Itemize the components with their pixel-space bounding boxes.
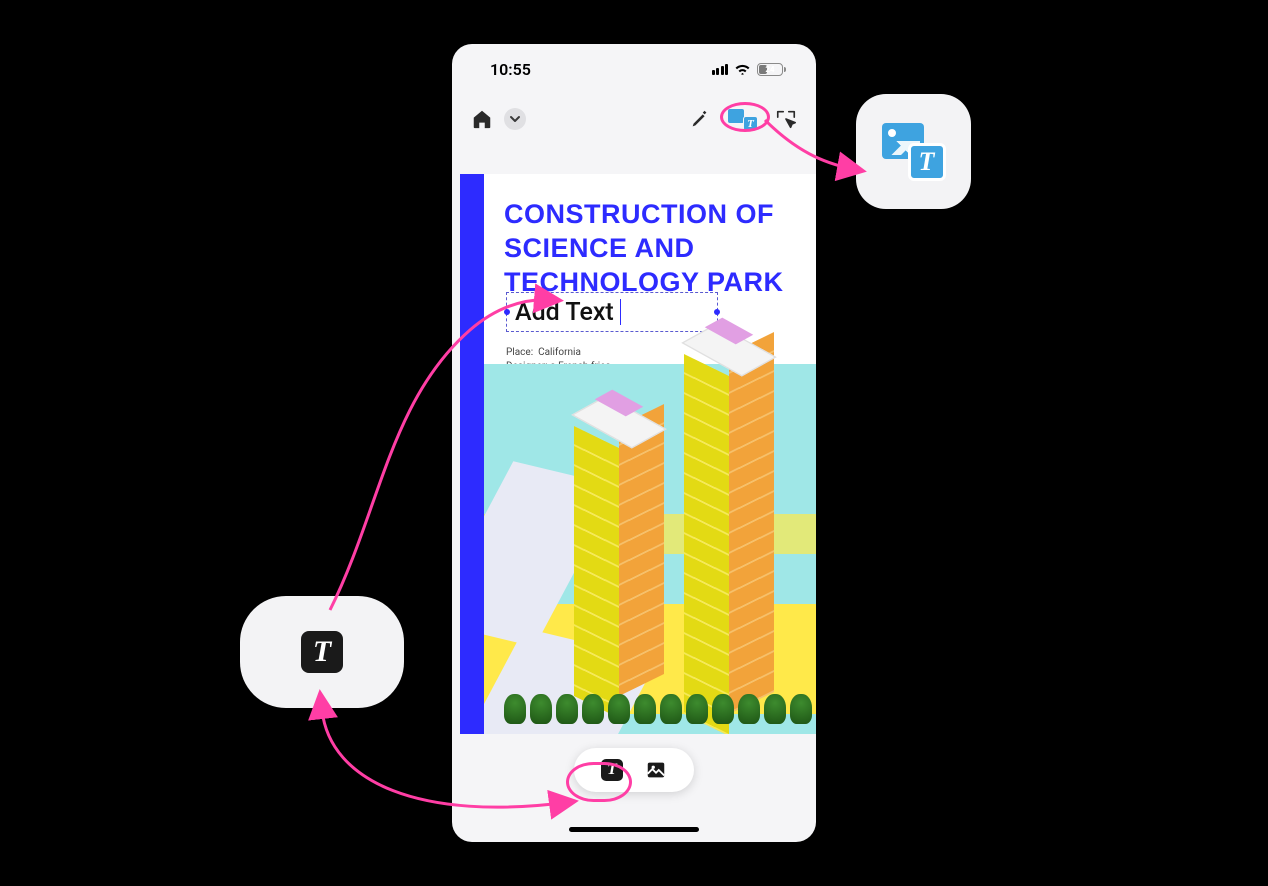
- image-text-icon: T: [882, 123, 946, 181]
- selection-touch-button[interactable]: [774, 107, 798, 131]
- image-text-button[interactable]: T: [728, 107, 758, 131]
- text-tool-button[interactable]: T: [601, 759, 623, 781]
- highlighter-icon: [689, 108, 711, 130]
- status-time: 10:55: [490, 60, 531, 79]
- text-cursor: [620, 299, 622, 325]
- meta-place-label: Place:: [506, 347, 533, 358]
- home-indicator: [569, 827, 699, 832]
- selection-touch-icon: [775, 108, 797, 130]
- battery-percent: 24: [765, 65, 774, 74]
- image-tool-icon: [645, 759, 667, 781]
- resize-handle-left[interactable]: [504, 309, 510, 315]
- status-indicators: 24: [712, 63, 787, 76]
- text-tool-icon: T: [301, 631, 343, 673]
- resize-handle-right[interactable]: [714, 309, 720, 315]
- callout-text-tool-icon: T: [240, 596, 404, 708]
- app-toolbar: T: [452, 94, 816, 144]
- meta-place-value: California: [538, 347, 581, 358]
- highlighter-button[interactable]: [688, 107, 712, 131]
- home-icon: [471, 108, 493, 130]
- status-bar: 10:55 24: [452, 44, 816, 94]
- cellular-signal-icon: [712, 64, 729, 75]
- bottom-tool-bar: T: [574, 748, 694, 792]
- image-tool-button[interactable]: [645, 759, 667, 781]
- home-button[interactable]: [470, 107, 494, 131]
- chevron-down-icon: [509, 113, 521, 125]
- document-canvas[interactable]: CONSTRUCTION OF SCIENCE AND TECHNOLOGY P…: [452, 174, 816, 734]
- text-tool-icon: T: [601, 759, 623, 781]
- page-stripe: [460, 174, 484, 734]
- phone-mock: 10:55 24: [452, 44, 816, 842]
- document-artwork: [484, 364, 816, 734]
- document-title: CONSTRUCTION OF SCIENCE AND TECHNOLOGY P…: [504, 198, 804, 299]
- chevron-dropdown-button[interactable]: [504, 108, 526, 130]
- callout-image-text-icon: T: [856, 94, 971, 209]
- add-text-placeholder: Add Text: [515, 298, 614, 327]
- wifi-icon: [734, 63, 751, 76]
- battery-indicator: 24: [757, 63, 786, 76]
- document-page: CONSTRUCTION OF SCIENCE AND TECHNOLOGY P…: [484, 174, 816, 734]
- image-text-icon: [728, 109, 744, 123]
